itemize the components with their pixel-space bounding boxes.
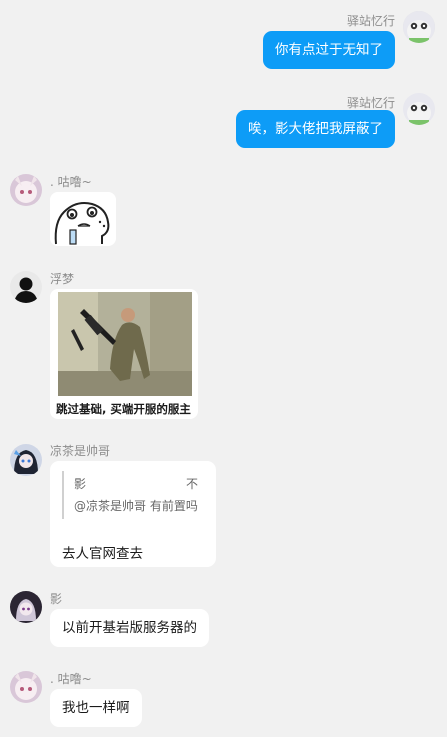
message-bubble[interactable]: 以前开基岩版服务器的: [50, 609, 209, 647]
sender-name: . 咕噜~: [50, 672, 92, 686]
message-text: 去人官网查去: [62, 546, 143, 562]
message-self-2: 驿站忆行 唉，影大佬把我屏蔽了: [0, 90, 447, 152]
avatar[interactable]: [10, 444, 42, 476]
sender-name: 凉茶是帅哥: [50, 444, 111, 458]
doodle-face-sticker-icon: [50, 192, 116, 246]
avatar[interactable]: [10, 271, 42, 303]
message-self-1: 驿站忆行 你有点过于无知了: [0, 8, 447, 70]
avatar[interactable]: [10, 174, 42, 206]
meme-image[interactable]: 跳过基础, 买端开服的服主: [50, 289, 198, 419]
image-caption: 跳过基础, 买端开服的服主: [56, 402, 191, 416]
message-bubble[interactable]: 我也一样啊: [50, 689, 142, 727]
message-other-1: . 咕噜~: [0, 170, 447, 250]
reply-message-bubble[interactable]: 影 不 @凉茶是帅哥 有前置吗 去人官网查去: [50, 461, 216, 567]
message-bubble[interactable]: 你有点过于无知了: [263, 31, 395, 69]
quoted-text: @凉茶是帅哥 有前置吗: [74, 499, 198, 513]
sticker-image[interactable]: [50, 192, 116, 246]
quoted-sender-tail: 不: [185, 477, 198, 491]
message-other-4: 影 以前开基岩版服务器的: [0, 588, 447, 650]
message-other-2: 浮梦 跳过基础, 买端开服的服主: [0, 266, 447, 422]
avatar[interactable]: [10, 591, 42, 623]
avatar[interactable]: [403, 11, 435, 43]
quoted-sender: 影: [74, 477, 87, 491]
message-other-3: 凉茶是帅哥 影 不 @凉茶是帅哥 有前置吗 去人官网查去: [0, 440, 447, 570]
avatar[interactable]: [403, 93, 435, 125]
message-bubble[interactable]: 唉，影大佬把我屏蔽了: [236, 110, 395, 148]
sender-name: 浮梦: [50, 272, 75, 286]
quoted-message[interactable]: 影 不 @凉茶是帅哥 有前置吗: [62, 471, 204, 519]
message-other-5: . 咕噜~ 我也一样啊: [0, 668, 447, 730]
meme-photo: [50, 289, 198, 399]
sender-name: 驿站忆行: [346, 14, 395, 28]
sender-name: 驿站忆行: [346, 96, 395, 110]
sender-name: 影: [50, 592, 63, 606]
avatar[interactable]: [10, 671, 42, 703]
sender-name: . 咕噜~: [50, 175, 92, 189]
